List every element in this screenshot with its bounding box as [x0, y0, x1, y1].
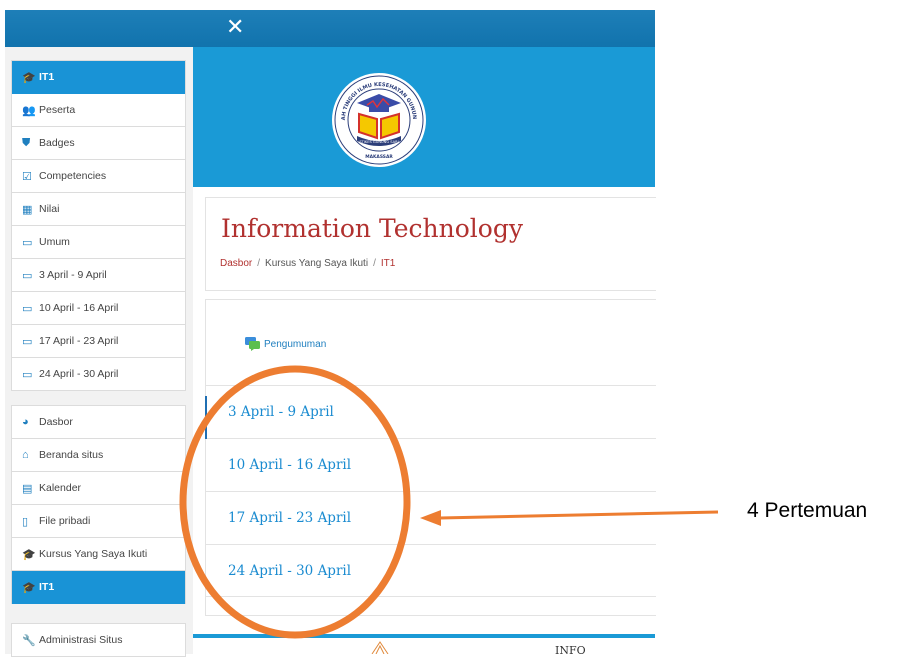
sidebar-item-label: Administrasi Situs	[39, 634, 123, 646]
sidebar-item-label: Nilai	[39, 203, 60, 215]
sidebar-item-label: IT1	[39, 581, 55, 593]
sidebar-item-kalender[interactable]: ▤ Kalender	[12, 472, 185, 505]
shield-icon: ⛊	[22, 136, 31, 149]
folder-icon: ▭	[22, 302, 33, 315]
announcement-link[interactable]: Pengumuman	[245, 337, 326, 351]
announcement-label: Pengumuman	[264, 338, 327, 350]
wrench-icon: 🔧	[22, 634, 36, 647]
checkbox-icon: ☑	[22, 170, 32, 183]
footer-info: INFO	[555, 644, 586, 657]
folder-icon: ▭	[22, 236, 33, 249]
section-link-1[interactable]: 3 April - 9 April	[206, 385, 656, 438]
dashboard-icon: ◕	[22, 416, 29, 428]
sidebar-item-administrasi-situs[interactable]: 🔧 Administrasi Situs	[12, 624, 185, 657]
sidebar-item-label: Kursus Yang Saya Ikuti	[39, 548, 148, 560]
calendar-icon: ▤	[22, 482, 33, 495]
breadcrumb-dasbor[interactable]: Dasbor	[220, 258, 252, 269]
sidebar-item-label: Kalender	[39, 482, 82, 494]
sidebar: 🎓 IT1 👥 Peserta ⛊ Badges ☑ Competencies ▦ Nilai ▭ U…	[5, 47, 193, 657]
file-icon: ▯	[22, 515, 29, 528]
section-title: 10 April - 16 April	[228, 457, 352, 473]
sidebar-item-label: Competencies	[39, 170, 107, 182]
sidebar-item-label: 3 April - 9 April	[39, 269, 107, 281]
section-title: 24 April - 30 April	[228, 562, 352, 579]
users-icon: 👥	[22, 104, 36, 117]
sidebar-item-umum[interactable]: ▭ Umum	[12, 226, 185, 259]
course-header: Information Technology Dasbor / Kursus Yan…	[205, 197, 656, 291]
folder-icon: ▭	[22, 368, 33, 381]
graduation-cap-icon: 🎓	[22, 548, 36, 561]
folder-icon: ▭	[22, 335, 33, 348]
breadcrumb-it1[interactable]: IT1	[381, 258, 395, 269]
svg-text:MAKASSAR: MAKASSAR	[365, 154, 393, 160]
sidebar-item-it1[interactable]: 🎓 IT1	[12, 61, 185, 94]
sidebar-item-badges[interactable]: ⛊ Badges	[12, 127, 185, 160]
sidebar-item-label: IT1	[39, 71, 55, 83]
section-link-2[interactable]: 10 April - 16 April	[206, 438, 656, 491]
home-icon: ⌂	[22, 449, 29, 461]
sidebar-item-label: 17 April - 23 April	[39, 335, 119, 347]
sidebar-item-kursus-yang-saya-ikuti[interactable]: 🎓 Kursus Yang Saya Ikuti	[12, 538, 185, 571]
sidebar-item-label: Umum	[39, 236, 70, 248]
sidebar-item-dasbor[interactable]: ◕ Dasbor	[12, 406, 185, 439]
sidebar-item-label: Badges	[39, 137, 75, 149]
sidebar-item-label: Peserta	[39, 104, 76, 116]
sidebar-item-24-april-30-april[interactable]: ▭ 24 April - 30 April	[12, 358, 185, 391]
section-title: 17 April - 23 April	[228, 510, 352, 526]
footer-divider	[193, 634, 655, 638]
sidebar-item-competencies[interactable]: ☑ Competencies	[12, 160, 185, 193]
current-section-marker	[205, 396, 207, 439]
sidebar-item-label: File pribadi	[39, 515, 91, 527]
breadcrumb-kursus[interactable]: Kursus Yang Saya Ikuti	[265, 258, 368, 269]
sidebar-item-label: Beranda situs	[39, 449, 104, 461]
section-link-4[interactable]: 24 April - 30 April	[206, 544, 656, 597]
sidebar-item-peserta[interactable]: 👥 Peserta	[12, 94, 185, 127]
top-bar: ✕	[5, 10, 655, 47]
sidebar-item-it1[interactable]: 🎓 IT1	[12, 571, 185, 604]
sidebar-item-nilai[interactable]: ▦ Nilai	[12, 193, 185, 226]
course-banner: SEKOLAH TINGGI ILMU KESEHATAN GUNUNG SAR…	[193, 47, 655, 187]
sidebar-item-label: Dasbor	[39, 416, 73, 428]
table-icon: ▦	[22, 203, 33, 216]
sidebar-site-nav: ◕ Dasbor ⌂ Beranda situs ▤ Kalender ▯ File prib…	[11, 405, 186, 604]
sidebar-course-nav: 🎓 IT1 👥 Peserta ⛊ Badges ☑ Competencies ▦ Nilai ▭ U…	[11, 60, 186, 391]
svg-text:STIKES GUNUNG SARI: STIKES GUNUNG SARI	[359, 140, 398, 144]
sidebar-item-beranda-situs[interactable]: ⌂ Beranda situs	[12, 439, 185, 472]
sidebar-admin-nav: 🔧 Administrasi Situs	[11, 623, 186, 657]
breadcrumb: Dasbor / Kursus Yang Saya Ikuti / IT1	[220, 258, 396, 269]
sidebar-item-file-pribadi[interactable]: ▯ File pribadi	[12, 505, 185, 538]
folder-icon: ▭	[22, 269, 33, 282]
stikes-logo: SEKOLAH TINGGI ILMU KESEHATAN GUNUNG SAR…	[331, 72, 426, 167]
sidebar-item-17-april-23-april[interactable]: ▭ 17 April - 23 April	[12, 325, 185, 358]
graduation-cap-icon: 🎓	[22, 581, 36, 594]
page-title: Information Technology	[221, 214, 523, 243]
section-title: 3 April - 9 April	[228, 404, 334, 420]
forum-icon	[245, 337, 260, 351]
footer-logo-icon	[371, 641, 389, 654]
sidebar-item-label: 24 April - 30 April	[39, 368, 119, 380]
annotation-label: 4 Pertemuan	[747, 499, 868, 522]
sidebar-item-label: 10 April - 16 April	[39, 302, 119, 314]
section-link-3[interactable]: 17 April - 23 April	[206, 491, 656, 544]
close-icon[interactable]: ✕	[226, 16, 244, 40]
sidebar-item-3-april-9-april[interactable]: ▭ 3 April - 9 April	[12, 259, 185, 292]
course-content: Pengumuman 3 April - 9 April 10 April - …	[205, 299, 656, 616]
sidebar-item-10-april-16-april[interactable]: ▭ 10 April - 16 April	[12, 292, 185, 325]
graduation-cap-icon: 🎓	[22, 71, 36, 84]
